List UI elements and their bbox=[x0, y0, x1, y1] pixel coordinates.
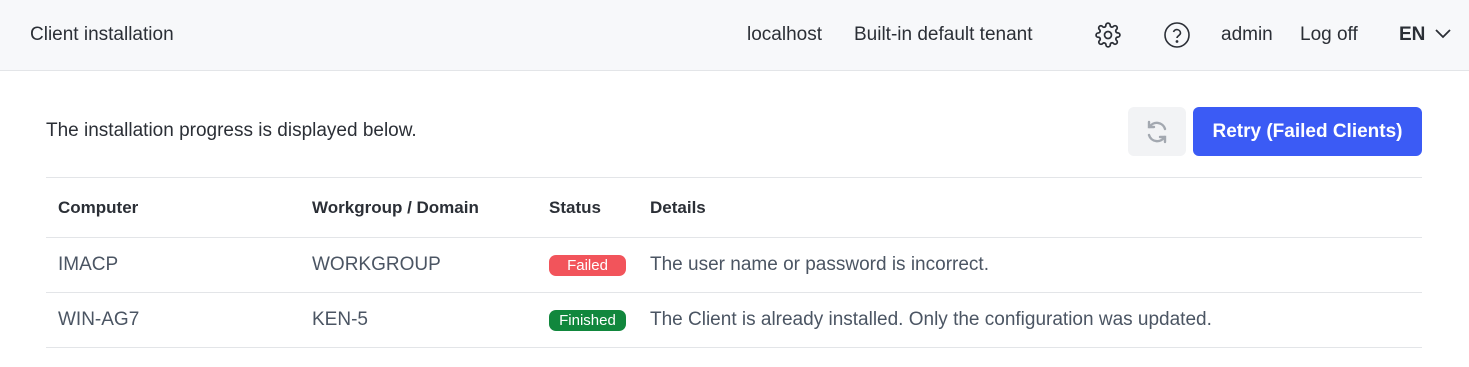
workgroup-domain: WORKGROUP bbox=[312, 254, 441, 275]
column-header-domain[interactable]: Workgroup / Domain bbox=[312, 178, 479, 237]
tenant-selector[interactable]: Built-in default tenant bbox=[854, 24, 1033, 46]
refresh-icon bbox=[1147, 120, 1167, 144]
top-bar: Client installation localhost Built-in d… bbox=[0, 0, 1469, 71]
status-cell: Failed bbox=[549, 238, 626, 292]
intro-text: The installation progress is displayed b… bbox=[46, 120, 417, 141]
page-title: Client installation bbox=[30, 24, 174, 45]
workgroup-domain: KEN-5 bbox=[312, 309, 368, 330]
host-label: localhost bbox=[747, 24, 822, 45]
column-header-details[interactable]: Details bbox=[650, 178, 706, 237]
installation-table: Computer Workgroup / Domain Status Detai… bbox=[46, 177, 1422, 348]
column-header-computer[interactable]: Computer bbox=[58, 178, 138, 237]
gear-icon[interactable] bbox=[1095, 22, 1121, 48]
language-selector[interactable]: EN bbox=[1399, 24, 1425, 46]
retry-failed-clients-button[interactable]: Retry (Failed Clients) bbox=[1193, 107, 1422, 156]
table-row[interactable]: IMACP WORKGROUP Failed The user name or … bbox=[46, 238, 1422, 293]
status-cell: Finished bbox=[549, 293, 626, 347]
column-header-status[interactable]: Status bbox=[549, 178, 601, 237]
details-text: The Client is already installed. Only th… bbox=[650, 309, 1212, 330]
status-badge: Finished bbox=[549, 309, 626, 331]
details-text: The user name or password is incorrect. bbox=[650, 254, 989, 275]
computer-name: WIN-AG7 bbox=[58, 309, 140, 330]
help-icon[interactable] bbox=[1163, 21, 1191, 49]
table-header: Computer Workgroup / Domain Status Detai… bbox=[46, 177, 1422, 238]
refresh-button[interactable] bbox=[1128, 107, 1186, 156]
logoff-link[interactable]: Log off bbox=[1300, 24, 1358, 46]
table-row[interactable]: WIN-AG7 KEN-5 Finished The Client is alr… bbox=[46, 293, 1422, 348]
status-badge: Failed bbox=[549, 254, 626, 276]
chevron-down-icon[interactable] bbox=[1434, 27, 1452, 41]
computer-name: IMACP bbox=[58, 254, 119, 275]
username-label: admin bbox=[1221, 24, 1273, 45]
